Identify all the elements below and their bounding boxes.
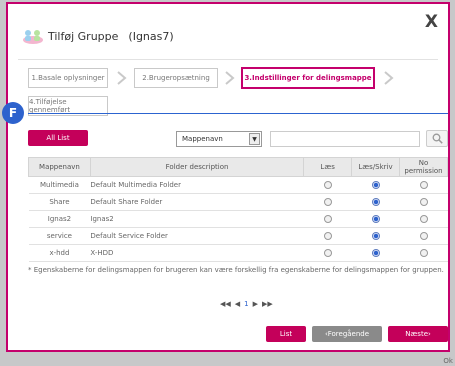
- current-page[interactable]: 1: [244, 300, 248, 308]
- dropdown-arrow-icon[interactable]: ▼: [249, 133, 260, 145]
- column-header-read: Læs: [303, 157, 353, 177]
- step-label: 2.Brugeropsætning: [142, 74, 210, 82]
- read-write-radio[interactable]: [371, 198, 380, 206]
- step-basic-info[interactable]: 1.Basale oplysninger: [28, 68, 108, 88]
- section-divider: [28, 113, 448, 114]
- folder-name-cell: x-hdd: [28, 244, 91, 262]
- folder-description-cell: X-HDD: [90, 244, 304, 262]
- read-radio[interactable]: [323, 232, 332, 240]
- read-radio[interactable]: [323, 198, 332, 206]
- filter-select[interactable]: Mappenavn ▼: [176, 131, 262, 147]
- no-permission-radio[interactable]: [419, 232, 428, 240]
- folder-description-cell: Ignas2: [90, 210, 304, 228]
- step-label: 1.Basale oplysninger: [31, 74, 105, 82]
- read-write-radio[interactable]: [371, 249, 380, 257]
- step-arrow-icon: [225, 71, 235, 85]
- group-name: (Ignas7): [128, 29, 174, 43]
- table-row: x-hdd X-HDD: [28, 244, 448, 262]
- no-permission-radio[interactable]: [419, 181, 428, 189]
- read-write-radio[interactable]: [371, 232, 380, 240]
- table-row: Share Default Share Folder: [28, 193, 448, 211]
- no-permission-radio[interactable]: [419, 249, 428, 257]
- search-button[interactable]: [426, 130, 448, 147]
- search-icon: [432, 133, 443, 144]
- permission-note: * Egenskaberne for delingsmappen for bru…: [28, 266, 444, 274]
- table-header-row: Mappenavn Folder description Læs Læs/Skr…: [28, 157, 448, 177]
- column-header-read-write: Læs/Skriv: [351, 157, 400, 177]
- folder-name-cell: service: [28, 227, 91, 245]
- folder-name-cell: Ignas2: [28, 210, 91, 228]
- close-button[interactable]: X: [425, 12, 438, 32]
- dialog-title-text: Tilføj Gruppe: [48, 29, 119, 43]
- read-radio[interactable]: [323, 249, 332, 257]
- step-share-folder-settings[interactable]: 3.Indstillinger for delingsmappe: [241, 67, 375, 89]
- next-page-icon[interactable]: ▶: [253, 300, 258, 308]
- folder-name-cell: Share: [28, 193, 91, 211]
- title-divider: [18, 59, 438, 60]
- folder-name-cell: Multimedia: [28, 176, 91, 194]
- column-header-folder-name: Mappenavn: [28, 157, 91, 177]
- read-write-radio[interactable]: [371, 215, 380, 223]
- step-label: 4.Tilføjelse gennemført: [29, 98, 71, 114]
- all-list-button[interactable]: All List: [28, 130, 88, 146]
- column-header-no-permission: No permission: [399, 157, 448, 177]
- add-group-dialog: X Tilføj Gruppe (Ignas7) 1.Basale oplysn…: [2, 2, 450, 352]
- folder-description-cell: Default Service Folder: [90, 227, 304, 245]
- read-radio[interactable]: [323, 215, 332, 223]
- prev-page-icon[interactable]: ◀: [235, 300, 240, 308]
- previous-button[interactable]: ‹Foregående: [312, 326, 382, 342]
- step-arrow-icon: [117, 71, 127, 85]
- dialog-title: Tilføj Gruppe (Ignas7): [22, 26, 174, 46]
- column-header-description: Folder description: [89, 157, 305, 177]
- read-radio[interactable]: [323, 181, 332, 189]
- last-page-icon[interactable]: ▶▶: [262, 300, 273, 308]
- step-user-setup[interactable]: 2.Brugeropsætning: [134, 68, 218, 88]
- pagination: ◀◀ ◀ 1 ▶ ▶▶: [220, 300, 273, 308]
- step-arrow-icon: [384, 71, 394, 85]
- corner-ok-button[interactable]: Ok: [441, 356, 455, 366]
- list-button[interactable]: List: [266, 326, 306, 342]
- no-permission-radio[interactable]: [419, 198, 428, 206]
- filter-select-value: Mappenavn: [182, 135, 223, 143]
- read-write-radio[interactable]: [371, 181, 380, 189]
- no-permission-radio[interactable]: [419, 215, 428, 223]
- folder-description-cell: Default Share Folder: [90, 193, 304, 211]
- next-button[interactable]: Næste›: [388, 326, 448, 342]
- table-row: Multimedia Default Multimedia Folder: [28, 176, 448, 194]
- share-folder-table: Mappenavn Folder description Læs Læs/Skr…: [28, 157, 448, 262]
- first-page-icon[interactable]: ◀◀: [220, 300, 231, 308]
- search-input[interactable]: [270, 131, 420, 147]
- group-users-icon: [23, 30, 43, 44]
- folder-description-cell: Default Multimedia Folder: [90, 176, 304, 194]
- table-row: service Default Service Folder: [28, 227, 448, 245]
- step-label: 3.Indstillinger for delingsmappe: [244, 74, 372, 82]
- table-row: Ignas2 Ignas2: [28, 210, 448, 228]
- annotation-badge: F: [2, 102, 24, 124]
